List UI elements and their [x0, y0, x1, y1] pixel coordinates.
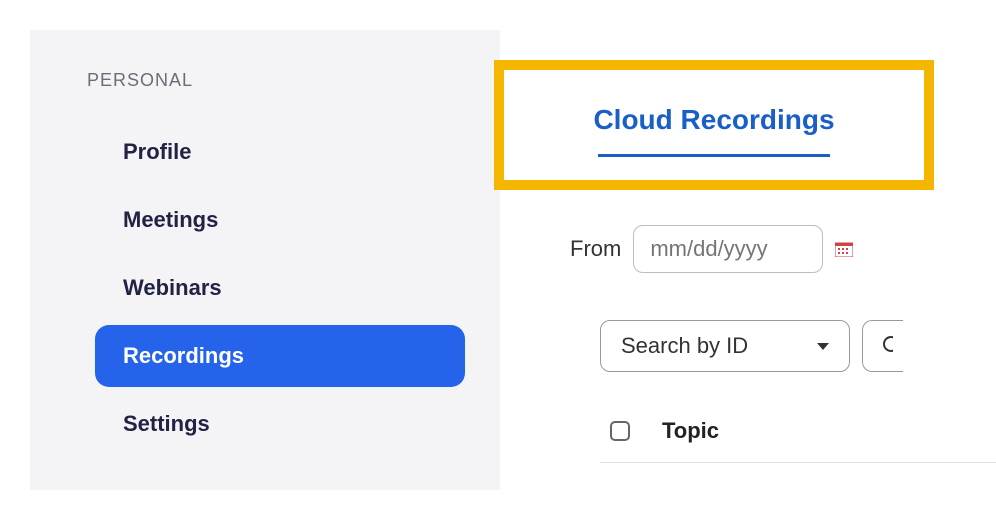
sidebar-item-webinars[interactable]: Webinars	[95, 257, 465, 319]
search-icon-partial	[877, 335, 893, 357]
sidebar-item-meetings[interactable]: Meetings	[95, 189, 465, 251]
select-all-checkbox[interactable]	[610, 421, 630, 441]
sidebar-item-label: Webinars	[123, 275, 222, 300]
column-header-topic: Topic	[662, 418, 719, 444]
table-divider	[600, 462, 996, 463]
date-filter-row: From	[570, 225, 853, 273]
search-mode-select[interactable]: Search by ID	[600, 320, 850, 372]
highlight-annotation: Cloud Recordings	[494, 60, 934, 190]
sidebar-heading: PERSONAL	[87, 70, 480, 91]
sidebar-item-label: Meetings	[123, 207, 218, 232]
sidebar-item-label: Settings	[123, 411, 210, 436]
sidebar: PERSONAL Profile Meetings Webinars Recor…	[30, 30, 500, 490]
tab-cloud-recordings[interactable]: Cloud Recordings	[593, 104, 834, 136]
sidebar-item-profile[interactable]: Profile	[95, 121, 465, 183]
from-label: From	[570, 236, 621, 262]
calendar-icon[interactable]	[835, 241, 853, 257]
sidebar-item-label: Recordings	[123, 343, 244, 368]
sidebar-item-recordings[interactable]: Recordings	[95, 325, 465, 387]
table-header-row: Topic	[610, 418, 719, 444]
search-button-partial[interactable]	[862, 320, 903, 372]
tab-underline	[598, 154, 830, 157]
search-mode-label: Search by ID	[621, 333, 748, 359]
search-row: Search by ID	[600, 320, 903, 372]
date-from-input[interactable]	[633, 225, 823, 273]
sidebar-item-label: Profile	[123, 139, 191, 164]
sidebar-item-settings[interactable]: Settings	[95, 393, 465, 455]
chevron-down-icon	[817, 343, 829, 350]
main-content: Cloud Recordings From S	[500, 0, 996, 508]
